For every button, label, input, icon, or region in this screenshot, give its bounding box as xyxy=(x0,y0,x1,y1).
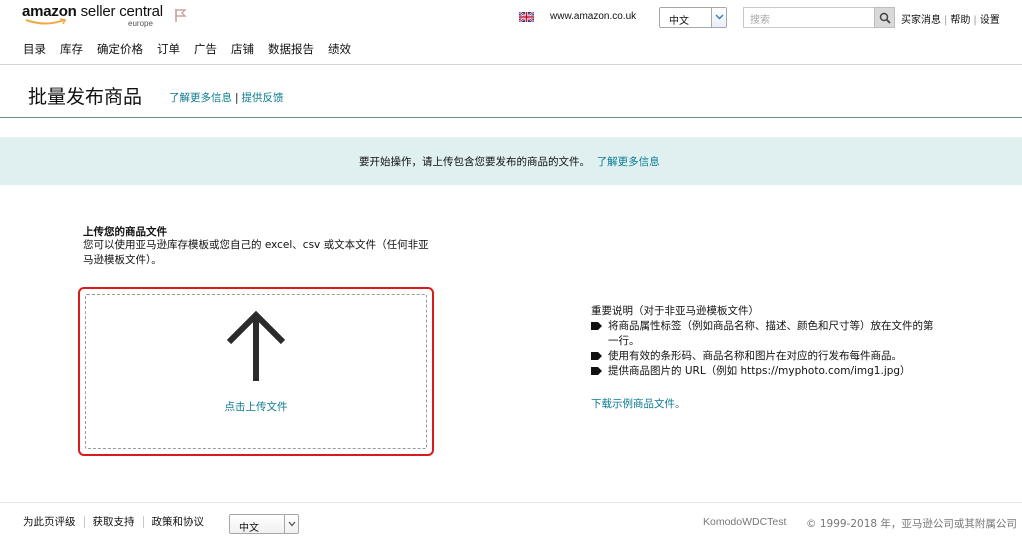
footer-divider xyxy=(0,502,1022,503)
footer-links: 为此页评级 获取支持 政策和协议 xyxy=(23,516,212,528)
rate-page-link[interactable]: 为此页评级 xyxy=(23,516,85,528)
divider: | xyxy=(944,15,948,26)
feedback-link[interactable]: 提供反馈 xyxy=(242,92,284,104)
search-icon xyxy=(879,12,891,24)
list-item: 将商品属性标签（例如商品名称、描述、颜色和尺寸等）放在文件的第一行。 xyxy=(591,319,941,349)
notes-title: 重要说明（对于非亚马逊模板文件） xyxy=(591,305,759,317)
tag-bullet-icon xyxy=(591,322,602,330)
flag-icon[interactable] xyxy=(173,7,189,23)
seller-central-logo[interactable]: amazon seller central europe xyxy=(22,3,163,28)
learn-more-link[interactable]: 了解更多信息 xyxy=(169,92,232,104)
note-text: 使用有效的条形码、商品名称和图片在对应的行发布每件商品。 xyxy=(608,350,902,362)
nav-item-inventory[interactable]: 库存 xyxy=(60,41,83,57)
copyright: © 1999-2018 年，亚马逊公司或其附属公司 xyxy=(806,518,1017,530)
list-item: 使用有效的条形码、商品名称和图片在对应的行发布每件商品。 xyxy=(591,349,941,364)
nav-item-reports[interactable]: 数据报告 xyxy=(268,41,314,57)
footer-language-select[interactable]: 中文 xyxy=(229,514,299,534)
page-title: 批量发布商品 xyxy=(28,86,143,108)
nav-item-catalog[interactable]: 目录 xyxy=(23,41,46,57)
footer-language-value: 中文 xyxy=(239,523,259,534)
note-text: 将商品属性标签（例如商品名称、描述、颜色和尺寸等）放在文件的第一行。 xyxy=(608,320,934,347)
policies-link[interactable]: 政策和协议 xyxy=(144,516,213,528)
logo-region: europe xyxy=(128,19,153,28)
dropzone-highlight: 点击上传文件 xyxy=(78,287,434,456)
upload-arrow-icon xyxy=(226,311,286,381)
nav-item-pricing[interactable]: 确定价格 xyxy=(97,41,143,57)
upload-description: 您可以使用亚马逊库存模板或您自己的 excel、csv 或文本文件（任何非亚马逊… xyxy=(83,239,429,266)
help-link[interactable]: 帮助 xyxy=(950,15,970,26)
nav-divider xyxy=(0,64,1022,65)
file-upload-dropzone[interactable]: 点击上传文件 xyxy=(85,294,427,449)
settings-link[interactable]: 设置 xyxy=(980,15,1000,26)
marketplace-selector[interactable]: www.amazon.co.uk xyxy=(550,11,636,22)
upload-heading: 上传您的商品文件 xyxy=(83,226,167,238)
language-select[interactable]: 中文 xyxy=(659,7,727,28)
chevron-down-icon xyxy=(711,8,726,27)
note-text: 提供商品图片的 URL（例如 https://myphoto.com/img1.… xyxy=(608,365,911,377)
buyer-messages-link[interactable]: 买家消息 xyxy=(901,15,941,26)
tag-bullet-icon xyxy=(591,367,602,375)
amazon-smile-icon xyxy=(25,18,67,25)
main-nav: 目录 库存 确定价格 订单 广告 店铺 数据报告 绩效 xyxy=(23,41,365,57)
language-select-value: 中文 xyxy=(669,16,689,27)
banner-text: 要开始操作，请上传包含您要发布的商品的文件。 xyxy=(359,156,590,168)
nav-item-performance[interactable]: 绩效 xyxy=(328,41,351,57)
info-banner: 要开始操作，请上传包含您要发布的商品的文件。 了解更多信息 xyxy=(0,137,1022,185)
divider: | xyxy=(973,15,977,26)
search-button[interactable] xyxy=(874,7,895,28)
banner-message: 要开始操作，请上传包含您要发布的商品的文件。 了解更多信息 xyxy=(359,154,660,169)
tag-bullet-icon xyxy=(591,352,602,360)
important-notes: 重要说明（对于非亚马逊模板文件） 将商品属性标签（例如商品名称、描述、颜色和尺寸… xyxy=(591,304,941,379)
uk-flag-icon xyxy=(519,12,534,22)
chevron-down-icon xyxy=(284,515,298,533)
search-input[interactable] xyxy=(744,11,875,30)
nav-item-advertising[interactable]: 广告 xyxy=(194,41,217,57)
header-links: 买家消息 | 帮助 | 设置 xyxy=(901,11,1000,26)
upload-file-link[interactable]: 点击上传文件 xyxy=(225,401,288,413)
list-item: 提供商品图片的 URL（例如 https://myphoto.com/img1.… xyxy=(591,364,941,379)
search-field xyxy=(743,7,875,30)
banner-learn-more-link[interactable]: 了解更多信息 xyxy=(597,156,660,168)
title-links: 了解更多信息 | 提供反馈 xyxy=(169,90,284,105)
top-header: amazon seller central europe www.amazon.… xyxy=(0,0,1022,34)
get-support-link[interactable]: 获取支持 xyxy=(85,516,144,528)
logo-product: seller central xyxy=(76,3,163,20)
title-divider xyxy=(0,117,1022,118)
account-name: KomodoWDCTest xyxy=(703,516,787,528)
divider: | xyxy=(235,92,239,104)
nav-item-stores[interactable]: 店铺 xyxy=(231,41,254,57)
download-sample-link[interactable]: 下载示例商品文件。 xyxy=(591,396,686,411)
nav-item-orders[interactable]: 订单 xyxy=(157,41,180,57)
